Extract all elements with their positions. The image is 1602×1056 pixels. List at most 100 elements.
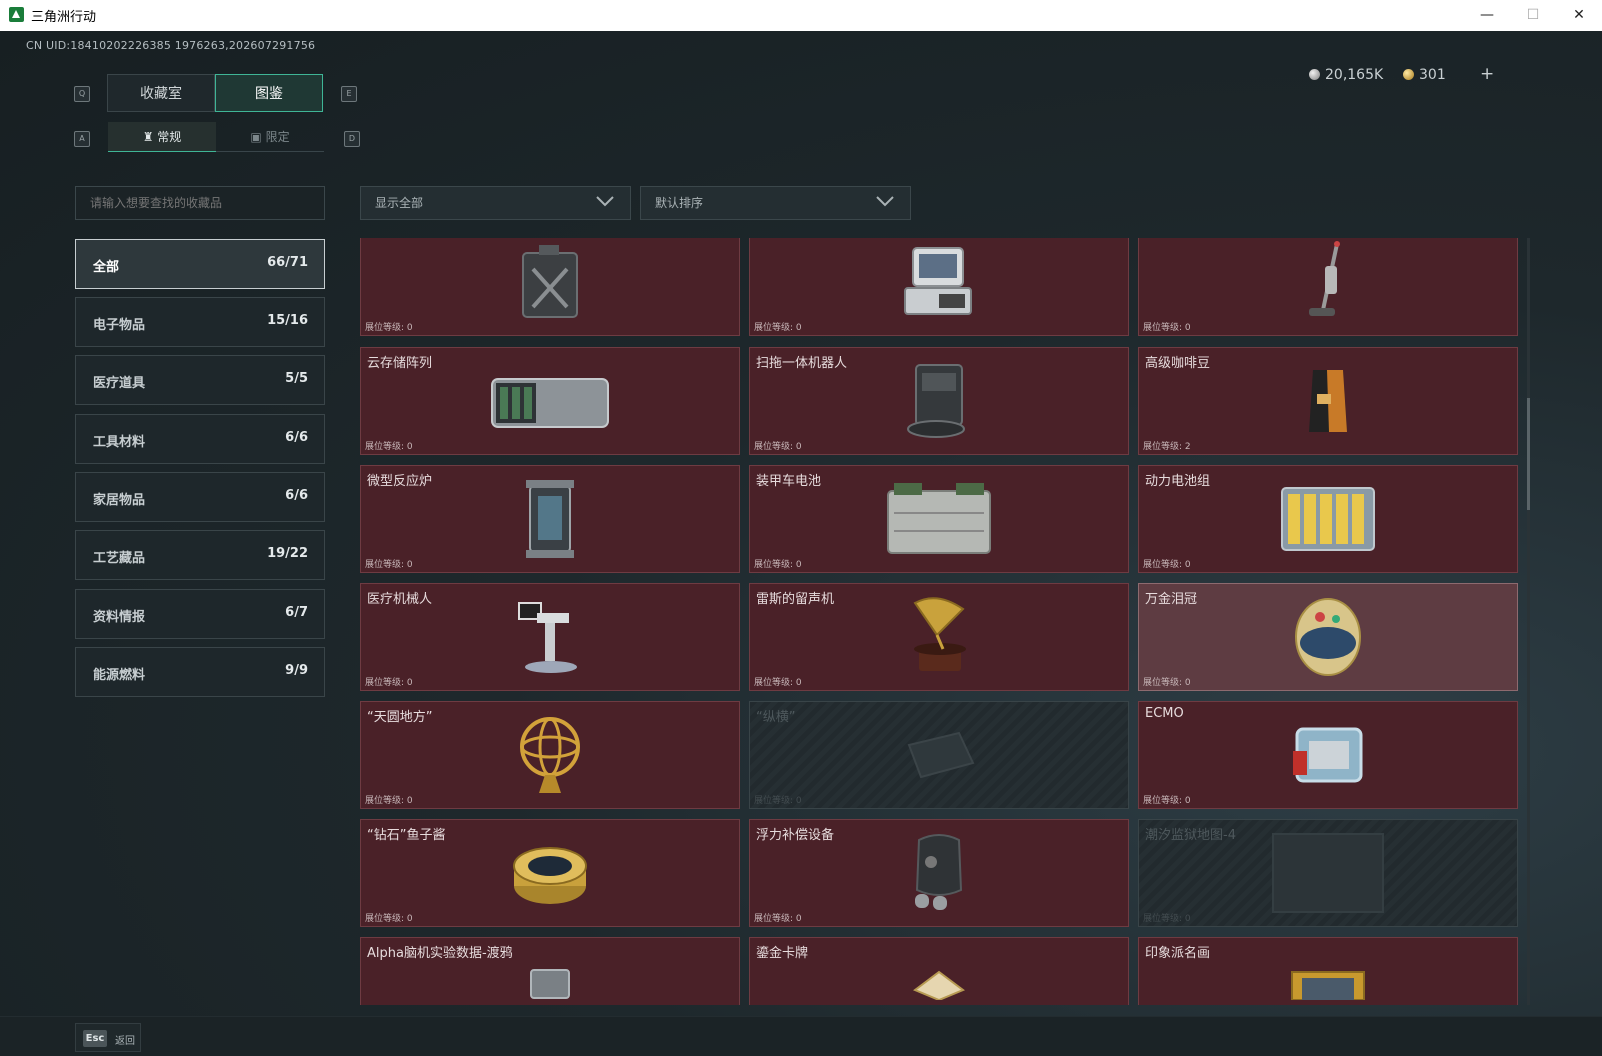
category-medical[interactable]: 医疗道具 5/5 [75,355,325,405]
category-name: 医疗道具 [93,376,146,391]
limited-icon: ▣ [250,130,262,144]
collection-card[interactable]: 装甲车电池 展位等级: 0 [749,465,1129,573]
grid-scrollbar[interactable] [1527,238,1530,1005]
gold-amount: 301 [1419,67,1446,83]
painting-icon [1291,971,1365,1000]
subtab-limited[interactable]: ▣ 限定 [216,122,324,152]
category-all[interactable]: 全部 66/71 [75,239,325,289]
display-filter-value: 显示全部 [375,196,424,210]
tab-codex[interactable]: 图鉴 [215,74,323,112]
category-energy[interactable]: 能源燃料 9/9 [75,647,325,697]
locked-board-icon [907,731,975,779]
booth-level: 展位等级: 0 [754,560,802,570]
search-input[interactable] [75,186,325,220]
collection-card[interactable]: 印象派名画 [1138,937,1518,1005]
chevron-down-icon [596,196,614,207]
booth-level: 展位等级: 0 [1143,914,1191,924]
regular-icon: ♜ [142,130,154,144]
car-battery-icon [887,483,991,554]
booth-level: 展位等级: 0 [365,678,413,688]
sort-dropdown[interactable]: 默认排序 [640,186,911,220]
collection-card-locked[interactable]: 潮汐监狱地图-4 展位等级: 0 [1138,819,1518,927]
category-crafts[interactable]: 工艺藏品 19/22 [75,530,325,580]
chevron-down-icon [876,196,894,207]
collection-card[interactable]: 云存储阵列 展位等级: 0 [360,347,740,455]
booth-level: 展位等级: 0 [1143,560,1191,570]
subtab-regular-label: 常规 [157,130,182,144]
collection-card[interactable]: “天圆地方” 展位等级: 0 [360,701,740,809]
category-count: 6/7 [285,605,308,620]
tab-collection-room[interactable]: 收藏室 [107,74,215,112]
booth-level: 展位等级: 0 [754,796,802,806]
close-button[interactable]: ✕ [1556,2,1602,29]
booth-level: 展位等级: 0 [365,323,413,333]
collection-card[interactable]: 展位等级: 0 [1138,238,1518,336]
category-count: 66/71 [267,255,308,270]
gold-coin-icon [1403,69,1414,80]
collection-card[interactable]: 扫拖一体机器人 展位等级: 0 [749,347,1129,455]
armillary-icon [520,717,580,793]
coffee-bag-icon [1309,370,1347,432]
category-count: 6/6 [285,430,308,445]
esc-key-icon: Esc [83,1030,107,1047]
collection-card[interactable]: 展位等级: 0 [360,238,740,336]
jerrycan-icon [522,245,578,318]
booth-level: 展位等级: 2 [1143,442,1191,452]
category-name: 资料情报 [93,610,146,625]
category-household[interactable]: 家居物品 6/6 [75,472,325,522]
category-name: 家居物品 [93,493,146,508]
category-count: 9/9 [285,663,308,678]
collection-card[interactable]: 高级咖啡豆 展位等级: 2 [1138,347,1518,455]
booth-level: 展位等级: 0 [365,796,413,806]
sort-value: 默认排序 [655,196,704,210]
collection-card[interactable]: 医疗机械人 展位等级: 0 [360,583,740,691]
add-currency-button[interactable]: + [1480,64,1494,84]
collection-card[interactable]: 浮力补偿设备 展位等级: 0 [749,819,1129,927]
battery-pack-icon [1281,487,1375,551]
display-filter-dropdown[interactable]: 显示全部 [360,186,631,220]
footer-bar [0,1016,1602,1056]
bcd-vest-icon [915,834,963,910]
collection-card[interactable]: 雷斯的留声机 展位等级: 0 [749,583,1129,691]
category-count: 19/22 [267,546,308,561]
data-drive-icon [530,969,570,999]
player-uid: CN UID:18410202226385 1976263,2026072917… [26,39,316,52]
back-label: 返回 [115,1036,135,1047]
category-count: 5/5 [285,371,308,386]
gramophone-icon [913,597,966,671]
silver-amount: 20,165K [1325,67,1384,83]
collection-card[interactable]: 展位等级: 0 [749,238,1129,336]
collection-card[interactable]: 万金泪冠 展位等级: 0 [1138,583,1518,691]
storage-array-icon [491,378,609,428]
collection-card[interactable]: 鎏金卡牌 [749,937,1129,1005]
jewel-egg-icon [1295,598,1361,676]
collection-card[interactable]: Alpha脑机实验数据-渡鸦 [360,937,740,1005]
collection-card[interactable]: “钻石”鱼子酱 展位等级: 0 [360,819,740,927]
grid-scrollbar-thumb[interactable] [1527,398,1530,510]
category-electronics[interactable]: 电子物品 15/16 [75,297,325,347]
category-name: 电子物品 [93,318,146,333]
booth-level: 展位等级: 0 [754,914,802,924]
collection-card[interactable]: ECMO 展位等级: 0 [1138,701,1518,809]
collection-card-locked[interactable]: “纵横” 展位等级: 0 [749,701,1129,809]
category-name: 能源燃料 [93,668,146,683]
category-intel[interactable]: 资料情报 6/7 [75,589,325,639]
window-title: 三角洲行动 [31,10,97,25]
key-hint-d: D [344,131,360,147]
computer-icon [904,247,972,315]
reactor-icon [526,480,574,558]
collection-card[interactable]: 动力电池组 展位等级: 0 [1138,465,1518,573]
subtab-regular[interactable]: ♜ 常规 [108,122,216,152]
collection-card[interactable]: 微型反应炉 展位等级: 0 [360,465,740,573]
booth-level: 展位等级: 0 [754,323,802,333]
gold-currency: 301 [1403,67,1446,83]
maximize-button[interactable]: ☐ [1510,2,1556,29]
category-tools[interactable]: 工具材料 6/6 [75,414,325,464]
booth-level: 展位等级: 0 [365,914,413,924]
minimize-button[interactable]: — [1464,2,1510,29]
locked-map-icon [1272,833,1384,913]
ecmo-icon [1293,727,1363,783]
booth-level: 展位等级: 0 [754,678,802,688]
booth-level: 展位等级: 0 [754,442,802,452]
silver-currency: 20,165K [1309,67,1383,83]
